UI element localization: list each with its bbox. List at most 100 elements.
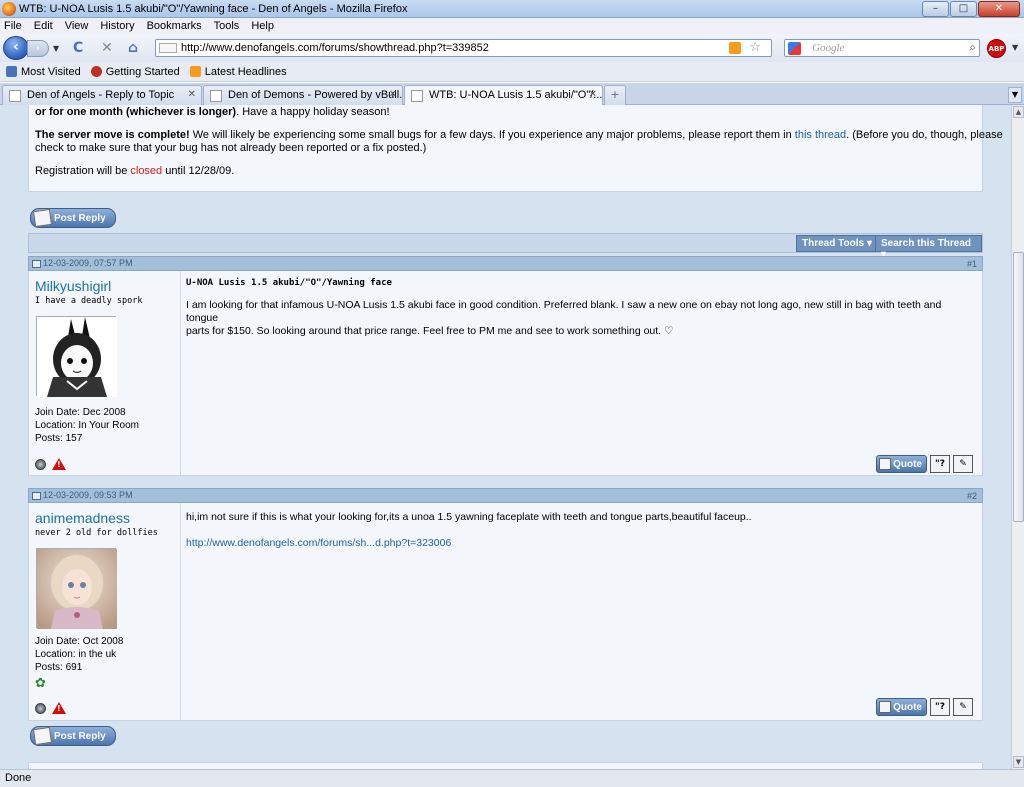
menu-help[interactable]: Help bbox=[245, 18, 280, 34]
close-tab-icon[interactable]: ✕ bbox=[589, 89, 597, 100]
quick-reply-button[interactable]: ✎ bbox=[953, 455, 973, 473]
next-section-edge bbox=[28, 762, 983, 769]
menu-history[interactable]: History bbox=[94, 18, 140, 34]
report-post-icon[interactable] bbox=[52, 458, 66, 470]
search-placeholder: Google bbox=[812, 42, 845, 54]
bookmarks-toolbar: Most Visited Getting Started Latest Head… bbox=[0, 62, 1024, 82]
menu-view[interactable]: View bbox=[59, 18, 95, 34]
offline-status-icon bbox=[35, 703, 46, 714]
this-thread-link[interactable]: this thread bbox=[795, 129, 846, 141]
post-reply-button[interactable]: Post Reply bbox=[30, 208, 116, 228]
post: Milkyushigirl I have a deadly spork Join… bbox=[28, 271, 983, 476]
post-number-link[interactable]: #1 bbox=[967, 259, 977, 269]
bookmark-most-visited[interactable]: Most Visited bbox=[6, 66, 81, 78]
status-bar: Done bbox=[0, 769, 1024, 787]
tab-label: WTB: U-NOA Lusis 1.5 akubi/"O"/... bbox=[429, 89, 603, 101]
tab-reply-to-topic[interactable]: Den of Angels - Reply to Topic ✕ bbox=[2, 85, 202, 105]
post-icon bbox=[32, 492, 41, 500]
new-tab-button[interactable]: + bbox=[604, 85, 626, 105]
toolbar-overflow-icon[interactable]: ▼ bbox=[1012, 43, 1018, 52]
bookmark-latest-headlines[interactable]: Latest Headlines bbox=[189, 65, 287, 78]
bookmark-star-icon[interactable]: ☆ bbox=[749, 40, 761, 55]
rss-icon bbox=[189, 66, 201, 77]
quote-label: Quote bbox=[893, 459, 922, 470]
post-icon bbox=[32, 260, 41, 268]
stop-icon[interactable]: ✕ bbox=[101, 40, 113, 56]
scroll-thumb[interactable] bbox=[1013, 252, 1024, 522]
avatar[interactable] bbox=[36, 316, 117, 397]
close-tab-icon[interactable]: ✕ bbox=[389, 89, 397, 100]
announcement-text: Registration will be bbox=[35, 165, 131, 177]
quote-button[interactable]: Quote bbox=[876, 455, 927, 473]
announcement-bold: or for one month (whichever is longer) bbox=[35, 106, 237, 118]
menu-edit[interactable]: Edit bbox=[28, 18, 59, 34]
quote-label: Quote bbox=[893, 702, 922, 713]
user-title: never 2 old for dollfies bbox=[35, 528, 158, 538]
scroll-down-icon[interactable]: ▼ bbox=[1013, 756, 1024, 768]
post-message: hi,im not sure if this is what your look… bbox=[186, 511, 976, 550]
thread-tools-dropdown[interactable]: Thread Tools ▾ bbox=[796, 235, 878, 252]
user-stats: Join Date: Dec 2008 Location: In Your Ro… bbox=[35, 406, 139, 445]
post-header: 12-03-2009, 09:53 PM #2 bbox=[28, 488, 983, 503]
google-engine-icon[interactable] bbox=[788, 42, 801, 55]
menu-bar: File Edit View History Bookmarks Tools H… bbox=[0, 18, 1024, 34]
username-link[interactable]: animemadness bbox=[35, 510, 130, 526]
tab-list-icon[interactable]: ▼ bbox=[1008, 87, 1022, 103]
avatar[interactable] bbox=[36, 548, 117, 629]
pencil-paper-icon bbox=[32, 726, 53, 746]
tab-den-of-demons[interactable]: Den of Demons - Powered by vBull... ✕ bbox=[203, 85, 403, 105]
history-dropdown-icon[interactable]: ▼ bbox=[53, 44, 59, 53]
multi-quote-button[interactable]: "? bbox=[930, 455, 950, 473]
announcement-text: . Have a happy holiday season! bbox=[236, 106, 390, 118]
search-icon[interactable]: ⌕ bbox=[969, 40, 976, 55]
firefox-icon bbox=[2, 2, 16, 16]
clover-award-icon: ✿ bbox=[35, 676, 46, 691]
close-button[interactable]: ✕ bbox=[978, 1, 1020, 17]
url-bar[interactable]: http://www.denofangels.com/forums/showth… bbox=[155, 39, 772, 57]
announcement-text: We will likely be experiencing some smal… bbox=[189, 129, 795, 141]
page-icon bbox=[9, 90, 21, 102]
minimize-button[interactable]: – bbox=[922, 1, 949, 17]
announcement-line-4: Registration will be closed until 12/28/… bbox=[35, 165, 234, 177]
quick-reply-button[interactable]: ✎ bbox=[953, 698, 973, 716]
url-text[interactable]: http://www.denofangels.com/forums/showth… bbox=[181, 42, 489, 54]
reload-icon[interactable]: C bbox=[73, 40, 83, 56]
forward-button[interactable]: › bbox=[27, 40, 49, 57]
tab-strip: Den of Angels - Reply to Topic ✕ Den of … bbox=[0, 83, 1024, 105]
quote-icon bbox=[879, 458, 892, 470]
search-thread-dropdown[interactable]: Search this Thread ▾ bbox=[875, 235, 982, 260]
close-tab-icon[interactable]: ✕ bbox=[188, 89, 196, 100]
tab-label: Den of Demons - Powered by vBull... bbox=[228, 89, 403, 101]
announcement-bold: The server move is complete! bbox=[35, 129, 190, 141]
location: Location: in the uk bbox=[35, 649, 117, 660]
home-icon[interactable]: ⌂ bbox=[128, 40, 138, 56]
closed-text: closed bbox=[130, 165, 163, 177]
report-post-icon[interactable] bbox=[52, 702, 66, 714]
scroll-up-icon[interactable]: ▲ bbox=[1013, 106, 1024, 118]
rss-feed-icon[interactable] bbox=[729, 42, 741, 54]
multi-quote-button[interactable]: "? bbox=[930, 698, 950, 716]
bookmark-getting-started[interactable]: Getting Started bbox=[90, 66, 180, 78]
post-count: Posts: 691 bbox=[35, 662, 83, 673]
menu-bookmarks[interactable]: Bookmarks bbox=[141, 18, 208, 34]
pencil-paper-icon bbox=[32, 208, 53, 228]
bookmark-label: Latest Headlines bbox=[204, 65, 287, 78]
title-bar: WTB: U-NOA Lusis 1.5 akubi/"O"/Yawning f… bbox=[0, 0, 1024, 18]
location: Location: In Your Room bbox=[35, 420, 139, 431]
back-button[interactable]: ‹ bbox=[3, 36, 29, 60]
maximize-button[interactable]: □ bbox=[950, 1, 977, 17]
post-reply-button[interactable]: Post Reply bbox=[30, 726, 116, 746]
tab-wtb-thread[interactable]: WTB: U-NOA Lusis 1.5 akubi/"O"/... ✕ bbox=[404, 85, 603, 105]
quote-button[interactable]: Quote bbox=[876, 698, 927, 716]
message-line: parts for $150. So looking around that p… bbox=[186, 325, 674, 337]
search-box[interactable]: Google ⌕ bbox=[784, 39, 980, 57]
username-link[interactable]: Milkyushigirl bbox=[35, 278, 111, 294]
thread-link[interactable]: http://www.denofangels.com/forums/sh...d… bbox=[186, 537, 976, 550]
vertical-scrollbar[interactable]: ▲ ▼ bbox=[1011, 105, 1024, 769]
menu-tools[interactable]: Tools bbox=[208, 18, 246, 34]
post-number-link[interactable]: #2 bbox=[967, 491, 977, 501]
adblock-plus-icon[interactable]: ABP bbox=[987, 39, 1006, 58]
menu-file[interactable]: File bbox=[0, 18, 28, 34]
post: animemadness never 2 old for dollfies Jo… bbox=[28, 503, 983, 721]
announcement-line-1: or for one month (whichever is longer). … bbox=[35, 106, 390, 118]
